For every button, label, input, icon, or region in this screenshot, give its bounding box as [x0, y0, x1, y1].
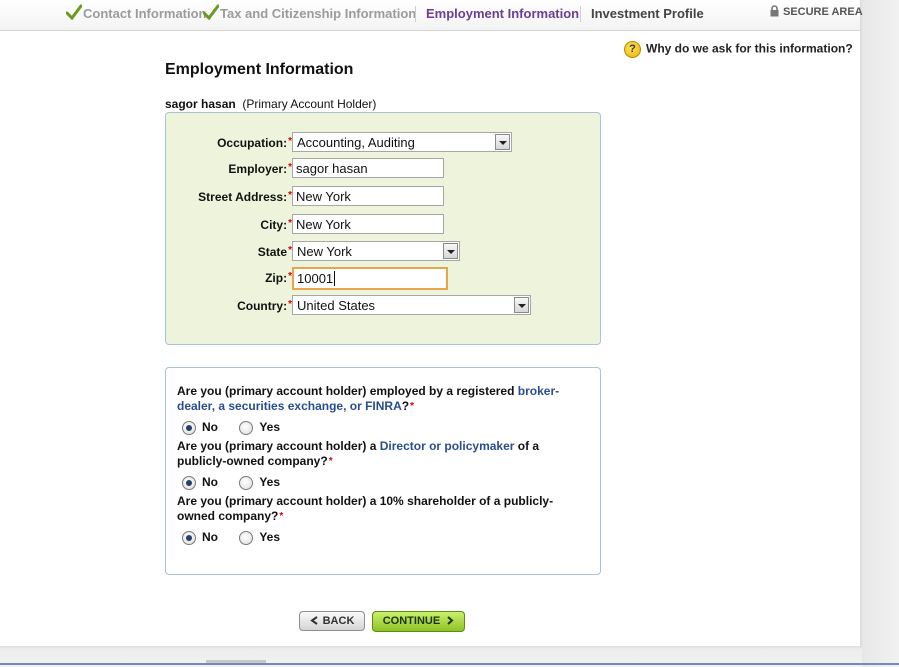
country-select[interactable]: United States [292, 295, 531, 315]
state-value: New York [297, 244, 352, 259]
checkmark-icon [203, 4, 219, 20]
back-button[interactable]: BACK [299, 611, 365, 631]
occupation-label: Occupation:* [217, 136, 292, 150]
taskbar-edge [0, 663, 899, 665]
radio-button-selected[interactable] [182, 530, 196, 545]
street-address-field[interactable]: New York [292, 186, 444, 206]
step-contact-information[interactable]: Contact Information [83, 6, 207, 21]
city-label: City:* [260, 218, 292, 232]
country-label: Country:* [237, 299, 292, 313]
broker-dealer-no-option[interactable]: No [182, 420, 218, 435]
chevron-down-icon[interactable] [495, 134, 510, 150]
occupation-select[interactable]: Accounting, Auditing [292, 132, 512, 152]
back-button-label: BACK [322, 615, 355, 627]
country-row: Country:* United States [166, 295, 531, 317]
shareholder-yes-option[interactable]: Yes [239, 530, 280, 545]
broker-dealer-radio-group: No Yes [182, 420, 298, 435]
broker-dealer-yes-option[interactable]: Yes [239, 420, 280, 435]
shareholder-no-option[interactable]: No [182, 530, 218, 545]
radio-button-selected[interactable] [182, 475, 196, 490]
account-holder-role: (Primary Account Holder) [242, 97, 377, 111]
employer-label: Employer:* [228, 162, 292, 176]
state-row: State* New York [166, 241, 460, 263]
chevron-left-icon [309, 616, 318, 625]
taskbar-edge-highlight [206, 660, 266, 663]
page-title: Employment Information [165, 61, 354, 78]
help-question-icon: ? [624, 41, 641, 58]
why-info-link[interactable]: ? Why do we ask for this information? [624, 41, 853, 58]
question-director-policymaker: Are you (primary account holder) a Direc… [177, 439, 540, 468]
director-policymaker-link[interactable]: Director or policymaker [380, 439, 515, 453]
employer-field[interactable]: sagor hasan [292, 158, 444, 178]
step-tax-citizenship[interactable]: Tax and Citizenship Information [220, 6, 416, 21]
step-employment-information: Employment Information [426, 6, 580, 21]
window-frame-right [860, 0, 899, 667]
chevron-down-icon[interactable] [443, 243, 458, 259]
continue-button[interactable]: CONTINUE [372, 611, 465, 632]
employment-form-panel: Occupation:* Accounting, Auditing Employ… [165, 112, 601, 345]
director-yes-option[interactable]: Yes [239, 475, 280, 490]
radio-button[interactable] [239, 420, 254, 435]
occupation-value: Accounting, Auditing [297, 135, 415, 150]
radio-button[interactable] [239, 530, 254, 545]
zip-row: Zip:* 10001 [166, 267, 448, 290]
shareholder-radio-group: No Yes [182, 530, 298, 545]
state-select[interactable]: New York [292, 241, 460, 261]
director-no-option[interactable]: No [182, 475, 218, 490]
chevron-down-icon[interactable] [514, 297, 529, 313]
secure-area-label: SECURE AREA [783, 6, 863, 18]
why-info-text: Why do we ask for this information? [646, 41, 853, 56]
question-shareholder: Are you (primary account holder) a 10% s… [177, 494, 554, 523]
employer-row: Employer:* sagor hasan [166, 158, 444, 180]
radio-button-selected[interactable] [182, 420, 196, 435]
step-separator [415, 6, 416, 22]
chevron-right-icon [447, 616, 454, 625]
progress-step-bar: Contact Information Tax and Citizenship … [0, 0, 863, 31]
street-row: Street Address:* New York [166, 186, 444, 208]
street-address-label: Street Address:* [198, 190, 292, 204]
state-label: State* [257, 245, 292, 259]
secure-area-indicator: SECURE AREA [770, 5, 863, 18]
director-radio-group: No Yes [182, 475, 298, 490]
city-field[interactable]: New York [292, 214, 444, 234]
step-investment-profile: Investment Profile [591, 6, 704, 21]
occupation-row: Occupation:* Accounting, Auditing [166, 132, 512, 154]
account-holder: sagor hasan (Primary Account Holder) [165, 97, 376, 111]
lock-icon [770, 5, 779, 17]
question-broker-dealer: Are you (primary account holder) employe… [177, 384, 560, 413]
zip-field[interactable]: 10001 [292, 267, 448, 290]
zip-label: Zip:* [265, 271, 292, 285]
checkmark-icon [66, 4, 82, 20]
city-row: City:* New York [166, 214, 444, 236]
account-holder-name: sagor hasan [165, 97, 236, 111]
disclosure-questions-panel: Are you (primary account holder) employe… [165, 367, 601, 575]
continue-button-label: CONTINUE [382, 615, 441, 627]
radio-button[interactable] [239, 475, 254, 490]
country-value: United States [297, 298, 376, 313]
step-separator [580, 6, 581, 22]
